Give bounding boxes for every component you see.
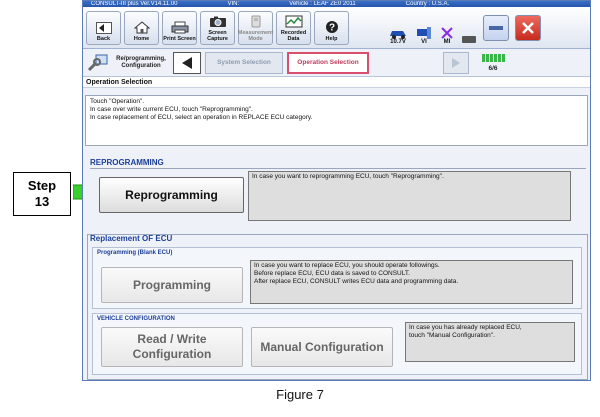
reprogramming-description: In case you want to reprogramming ECU, t…	[248, 171, 571, 221]
programming-description: In case you want to replace ECU, you sho…	[250, 260, 573, 304]
minimize-icon	[489, 25, 503, 30]
progress-bar-segment	[489, 53, 493, 62]
vehicle-configuration-description: In case you has already replaced ECU, to…	[405, 322, 575, 362]
camera-icon	[209, 16, 226, 27]
recorded-data-icon	[285, 15, 302, 27]
page-progress: 6/6	[473, 53, 513, 72]
recorded-data-label: Recorded Data	[280, 29, 307, 42]
page-title: Operation Selection	[83, 77, 590, 88]
measurement-icon	[251, 15, 260, 27]
battery-voltage-status: 10.7V	[388, 27, 408, 45]
description-line: In case you has already replaced ECU,	[409, 324, 522, 331]
toolbar: Back Home Print Screen Screen Capture Me…	[83, 7, 590, 49]
home-button[interactable]: Home	[124, 10, 159, 45]
progress-bar-segment	[485, 53, 489, 62]
vi-status: VI	[415, 26, 433, 45]
instruction-line: In case over write current ECU, touch "R…	[90, 106, 253, 113]
minimize-button[interactable]	[483, 14, 509, 41]
read-write-configuration-button[interactable]: Read / Write Configuration	[101, 327, 243, 367]
svg-text:?: ?	[328, 22, 334, 33]
vehicle-configuration-panel: VEHICLE CONFIGURATION Read / Write Confi…	[92, 313, 582, 375]
section-label: Re/programming, Configuration	[116, 55, 166, 69]
progress-bar-segment	[481, 53, 485, 62]
instruction-line: Touch "Operation".	[90, 98, 145, 105]
close-button[interactable]	[515, 14, 541, 41]
description-line: After replace ECU, CONSULT writes ECU da…	[254, 278, 459, 285]
triangle-right-icon	[452, 57, 460, 68]
back-label: Back	[96, 35, 111, 42]
description-line: In case you want to replace ECU, you sho…	[254, 262, 440, 269]
replacement-panel: Replacement OF ECU Programming (Blank EC…	[87, 234, 588, 380]
vin-label: VIN:	[227, 1, 240, 7]
read-write-label-line1: Read / Write	[137, 332, 207, 346]
country-label: Country : U.S.A.	[405, 1, 450, 7]
home-icon	[133, 20, 150, 33]
printer-icon	[171, 21, 188, 33]
breadcrumb-system-selection[interactable]: System Selection	[205, 51, 283, 74]
mi-label: MI	[443, 38, 451, 45]
measurement-mode-label: Measurement Mode	[237, 29, 274, 42]
mode-indicator-icon	[462, 35, 476, 43]
reprogramming-button[interactable]: Reprogramming	[99, 177, 244, 213]
reprogramming-section-title: REPROGRAMMING	[90, 158, 164, 167]
progress-bars	[481, 53, 505, 62]
voltage-label: 10.7V	[390, 38, 406, 45]
nav-back-button[interactable]	[173, 51, 201, 74]
step-number: 13	[34, 194, 50, 209]
screen-capture-label: Screen Capture	[207, 29, 228, 42]
replacement-section-title: Replacement OF ECU	[90, 234, 173, 243]
programming-blank-title: Programming (Blank ECU)	[97, 250, 173, 256]
help-button[interactable]: ? Help	[314, 10, 349, 45]
instruction-box: Touch "Operation". In case over write cu…	[85, 95, 588, 146]
vehicle-configuration-title: VEHICLE CONFIGURATION	[97, 316, 175, 322]
help-icon: ?	[325, 20, 338, 33]
home-label: Home	[133, 35, 150, 42]
description-line: Before replace ECU, ECU data is saved to…	[254, 270, 410, 277]
breadcrumb-operation-selection[interactable]: Operation Selection	[287, 51, 369, 74]
progress-bar-segment	[497, 53, 501, 62]
screen-capture-button[interactable]: Screen Capture	[200, 10, 235, 45]
navigation-bar: Re/programming, Configuration System Sel…	[83, 49, 590, 77]
nav-next-button[interactable]	[443, 51, 469, 74]
close-icon	[522, 21, 534, 34]
step-callout: Step 13	[13, 172, 71, 216]
step-word: Step	[27, 178, 57, 193]
vi-connector-icon	[417, 26, 431, 39]
consult-window: CONSULT-III plus Ver.V14.11.00 VIN: Vehi…	[82, 0, 591, 381]
help-label: Help	[325, 35, 338, 42]
progress-bar-segment	[493, 53, 497, 62]
reprogramming-tools-icon	[87, 54, 108, 71]
read-write-label-line2: Configuration	[132, 347, 212, 361]
figure-caption: Figure 7	[276, 387, 324, 402]
mode-status	[461, 33, 477, 45]
status-indicators: 10.7V VI MI	[388, 11, 477, 45]
vi-label: VI	[421, 38, 427, 45]
back-arrow-icon	[95, 21, 112, 34]
progress-bar-segment	[501, 53, 505, 62]
car-icon	[390, 30, 406, 39]
triangle-left-icon	[182, 56, 192, 69]
instruction-line: In case replacement of ECU, select an op…	[90, 114, 313, 121]
description-line: touch "Manual Configuration".	[409, 332, 495, 339]
recorded-data-button[interactable]: Recorded Data	[276, 10, 311, 45]
app-title: CONSULT-III plus Ver.V14.11.00	[91, 1, 178, 7]
programming-button[interactable]: Programming	[101, 267, 243, 303]
measurement-mode-button[interactable]: Measurement Mode	[237, 10, 274, 45]
back-button[interactable]: Back	[86, 10, 121, 45]
vehicle-label: Vehicle : LEAF ZE0 2011	[289, 1, 356, 7]
mi-disconnected-icon	[441, 26, 453, 39]
print-screen-button[interactable]: Print Screen	[162, 10, 197, 45]
print-screen-label: Print Screen	[163, 35, 196, 42]
mi-status: MI	[440, 26, 454, 45]
manual-configuration-button[interactable]: Manual Configuration	[251, 327, 393, 367]
reprogramming-panel: Reprogramming In case you want to reprog…	[90, 168, 586, 223]
programming-blank-panel: Programming (Blank ECU) Programming In c…	[92, 247, 582, 309]
page-count: 6/6	[488, 64, 498, 72]
